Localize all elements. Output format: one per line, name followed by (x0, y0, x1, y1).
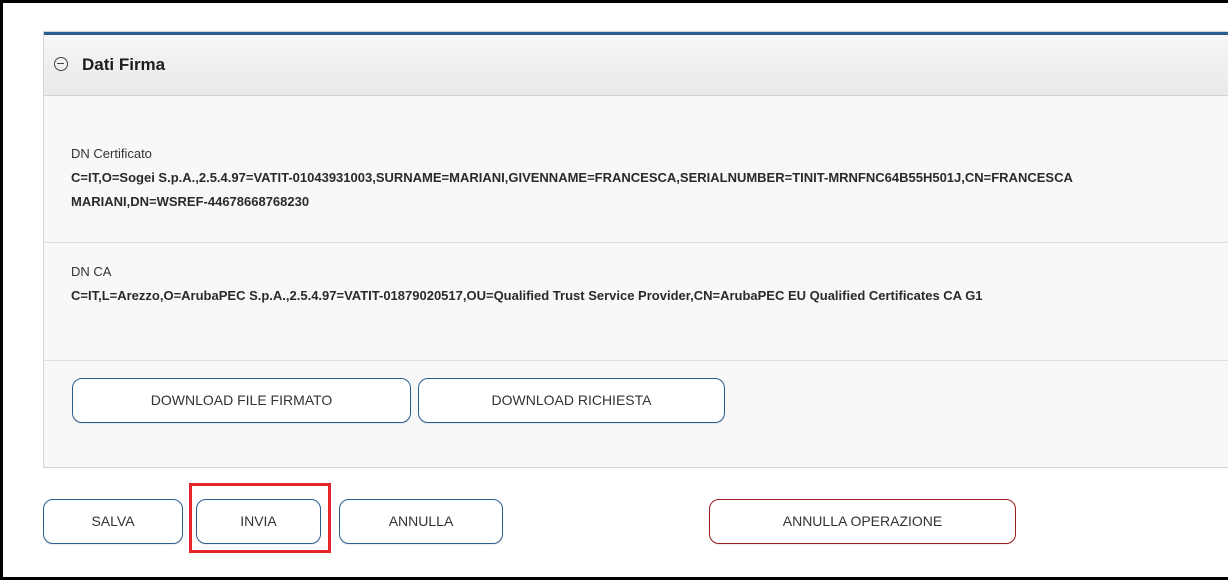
send-button[interactable]: INVIA (196, 499, 321, 544)
download-signed-file-button[interactable]: DOWNLOAD FILE FIRMATO (72, 378, 411, 423)
dn-certificato-field: DN Certificato C=IT,O=Sogei S.p.A.,2.5.4… (44, 96, 1228, 243)
panel-header[interactable]: Dati Firma (44, 32, 1228, 96)
dn-ca-field: DN CA C=IT,L=Arezzo,O=ArubaPEC S.p.A.,2.… (44, 242, 1228, 361)
dati-firma-panel: Dati Firma DN Certificato C=IT,O=Sogei S… (43, 31, 1228, 468)
dn-certificato-label: DN Certificato (71, 146, 152, 161)
collapse-icon[interactable] (54, 57, 68, 71)
cancel-operation-button[interactable]: ANNULLA OPERAZIONE (709, 499, 1016, 544)
save-button[interactable]: SALVA (43, 499, 183, 544)
screenshot-frame: Dati Firma DN Certificato C=IT,O=Sogei S… (0, 0, 1228, 580)
panel-title: Dati Firma (82, 55, 166, 74)
dn-ca-value: C=IT,L=Arezzo,O=ArubaPEC S.p.A.,2.5.4.97… (71, 288, 983, 303)
dn-ca-label: DN CA (71, 264, 112, 279)
cancel-button[interactable]: ANNULLA (339, 499, 503, 544)
dn-certificato-value: C=IT,O=Sogei S.p.A.,2.5.4.97=VATIT-01043… (71, 170, 1073, 209)
download-request-button[interactable]: DOWNLOAD RICHIESTA (418, 378, 725, 423)
